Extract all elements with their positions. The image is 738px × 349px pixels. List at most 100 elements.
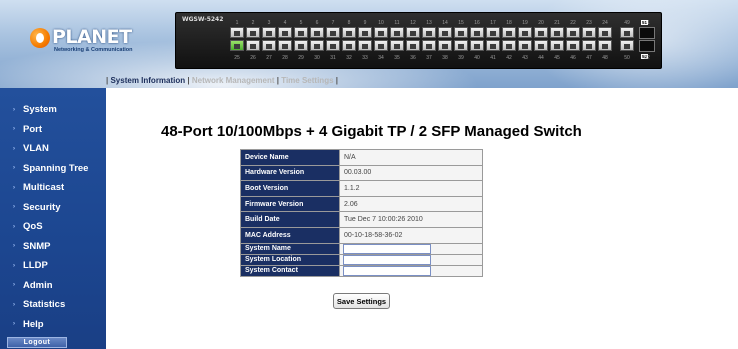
- port-number-label: 29: [298, 55, 304, 61]
- port-number-label: 22: [570, 20, 576, 26]
- port-number-label: 36: [410, 55, 416, 61]
- table-row: Firmware Version 2.06: [240, 195, 483, 213]
- save-settings-button[interactable]: Save Settings: [333, 293, 390, 309]
- system-location-input[interactable]: [343, 254, 431, 265]
- port-number-label: 9: [363, 20, 367, 26]
- sidebar-item-help[interactable]: › Help: [0, 315, 106, 335]
- ethernet-port-icon: [358, 27, 372, 38]
- ethernet-port-icon: [262, 40, 276, 51]
- ethernet-port-icon: [310, 27, 324, 38]
- ethernet-port-icon: [534, 27, 548, 38]
- sidebar-item-label: Admin: [23, 279, 53, 291]
- ethernet-port-icon: [390, 27, 404, 38]
- sidebar-item-port[interactable]: › Port: [0, 120, 106, 140]
- table-row: Build Date Tue Dec 7 10:00:26 2010: [240, 211, 483, 228]
- sidebar-item-statistics[interactable]: › Statistics: [0, 295, 106, 315]
- port-number-label: 7: [331, 20, 335, 26]
- table-row: Boot Version 1.1.2: [240, 180, 483, 197]
- ethernet-port-icon: [262, 27, 276, 38]
- ethernet-port-icon: [454, 40, 468, 51]
- tab-time-settings[interactable]: Time Settings: [281, 76, 333, 85]
- ethernet-port-icon: [486, 27, 500, 38]
- port-number-label: 38: [442, 55, 448, 61]
- sidebar-item-lldp[interactable]: › LLDP: [0, 256, 106, 276]
- chevron-right-icon: ›: [13, 223, 15, 230]
- port-number-label: 42: [506, 55, 512, 61]
- sidebar-item-label: Port: [23, 123, 42, 135]
- port-number-label: 2: [251, 20, 255, 26]
- port-number-label: 28: [282, 55, 288, 61]
- tab-system-information[interactable]: System Information: [110, 76, 185, 85]
- chevron-right-icon: ›: [13, 262, 15, 269]
- table-row: Hardware Version 00.03.00: [240, 164, 483, 182]
- port-number-label: 40: [474, 55, 480, 61]
- ethernet-port-icon: [582, 27, 596, 38]
- sidebar-item-label: LLDP: [23, 260, 48, 272]
- switch-model-label: WGSW-5242: [182, 16, 224, 23]
- info-label: Boot Version: [240, 180, 340, 197]
- sidebar-item-qos[interactable]: › QoS: [0, 217, 106, 237]
- sidebar: › System › Port › VLAN › Spanning Tree › Mult…: [0, 88, 106, 349]
- system-name-input[interactable]: [343, 243, 431, 254]
- system-info-table: Device Name N/A Hardware Version 00.03.0…: [240, 149, 483, 277]
- port-number-label: 37: [426, 55, 432, 61]
- chevron-right-icon: ›: [13, 243, 15, 250]
- chevron-right-icon: ›: [13, 184, 15, 191]
- port-number-label: 18: [506, 20, 512, 26]
- chevron-right-icon: ›: [13, 282, 15, 289]
- sfp-port-tag: 51: [641, 20, 649, 25]
- ethernet-port-icon: [374, 40, 388, 51]
- sidebar-item-snmp[interactable]: › SNMP: [0, 237, 106, 257]
- sidebar-item-label: QoS: [23, 221, 43, 233]
- sidebar-nav: › System › Port › VLAN › Spanning Tree › Mult…: [0, 100, 106, 334]
- port-number-label: 32: [346, 55, 352, 61]
- ethernet-port-icon: [390, 40, 404, 51]
- table-row: MAC Address 00-10-18-58-36-02: [240, 226, 483, 244]
- ethernet-port-icon: [470, 27, 484, 38]
- port-number-label: 5: [299, 20, 303, 26]
- system-contact-input[interactable]: [343, 265, 431, 276]
- ethernet-port-icon: [246, 27, 260, 38]
- info-value: N/A: [339, 149, 483, 166]
- info-label: Device Name: [240, 149, 340, 166]
- ethernet-port-icon: [278, 27, 292, 38]
- sidebar-item-vlan[interactable]: › VLAN: [0, 139, 106, 159]
- sidebar-item-system[interactable]: › System: [0, 100, 106, 120]
- port-number-label: 21: [554, 20, 560, 26]
- sidebar-item-admin[interactable]: › Admin: [0, 276, 106, 296]
- tab-bar: | System Information | Network Managemen…: [106, 76, 338, 85]
- ethernet-port-icon: [438, 40, 452, 51]
- ethernet-port-icon: [342, 40, 356, 51]
- sidebar-item-label: Spanning Tree: [23, 162, 89, 174]
- ethernet-port-icon: [326, 40, 340, 51]
- sidebar-item-security[interactable]: › Security: [0, 198, 106, 218]
- port-number-label: 27: [266, 55, 272, 61]
- chevron-right-icon: ›: [13, 301, 15, 308]
- logout-button[interactable]: Logout: [7, 337, 67, 348]
- sfp-port-icon: [639, 40, 655, 52]
- ethernet-port-icon: [502, 27, 516, 38]
- port-number-label: 45: [554, 55, 560, 61]
- port-number-label: 52: [644, 55, 650, 61]
- info-value: 2.06: [339, 195, 483, 213]
- ethernet-port-icon: [470, 40, 484, 51]
- port-number-label: 12: [410, 20, 416, 26]
- port-number-label: 20: [538, 20, 544, 26]
- sidebar-item-multicast[interactable]: › Multicast: [0, 178, 106, 198]
- table-row: Device Name N/A: [240, 149, 483, 166]
- page-title: 48-Port 10/100Mbps + 4 Gigabit TP / 2 SF…: [161, 123, 582, 140]
- port-number-label: 25: [234, 55, 240, 61]
- sidebar-item-spanning-tree[interactable]: › Spanning Tree: [0, 159, 106, 179]
- info-value: 00.03.00: [339, 164, 483, 182]
- info-value: 00-10-18-58-36-02: [339, 226, 483, 244]
- sidebar-item-label: Multicast: [23, 182, 65, 194]
- ethernet-port-icon: [374, 27, 388, 38]
- ethernet-port-icon: [422, 27, 436, 38]
- port-number-label: 34: [378, 55, 384, 61]
- ethernet-port-icon: [230, 27, 244, 38]
- tab-network-management[interactable]: Network Management: [192, 76, 275, 85]
- chevron-right-icon: ›: [13, 106, 15, 113]
- ethernet-port-icon: [294, 27, 308, 38]
- chevron-right-icon: ›: [13, 126, 15, 133]
- chevron-right-icon: ›: [13, 321, 15, 328]
